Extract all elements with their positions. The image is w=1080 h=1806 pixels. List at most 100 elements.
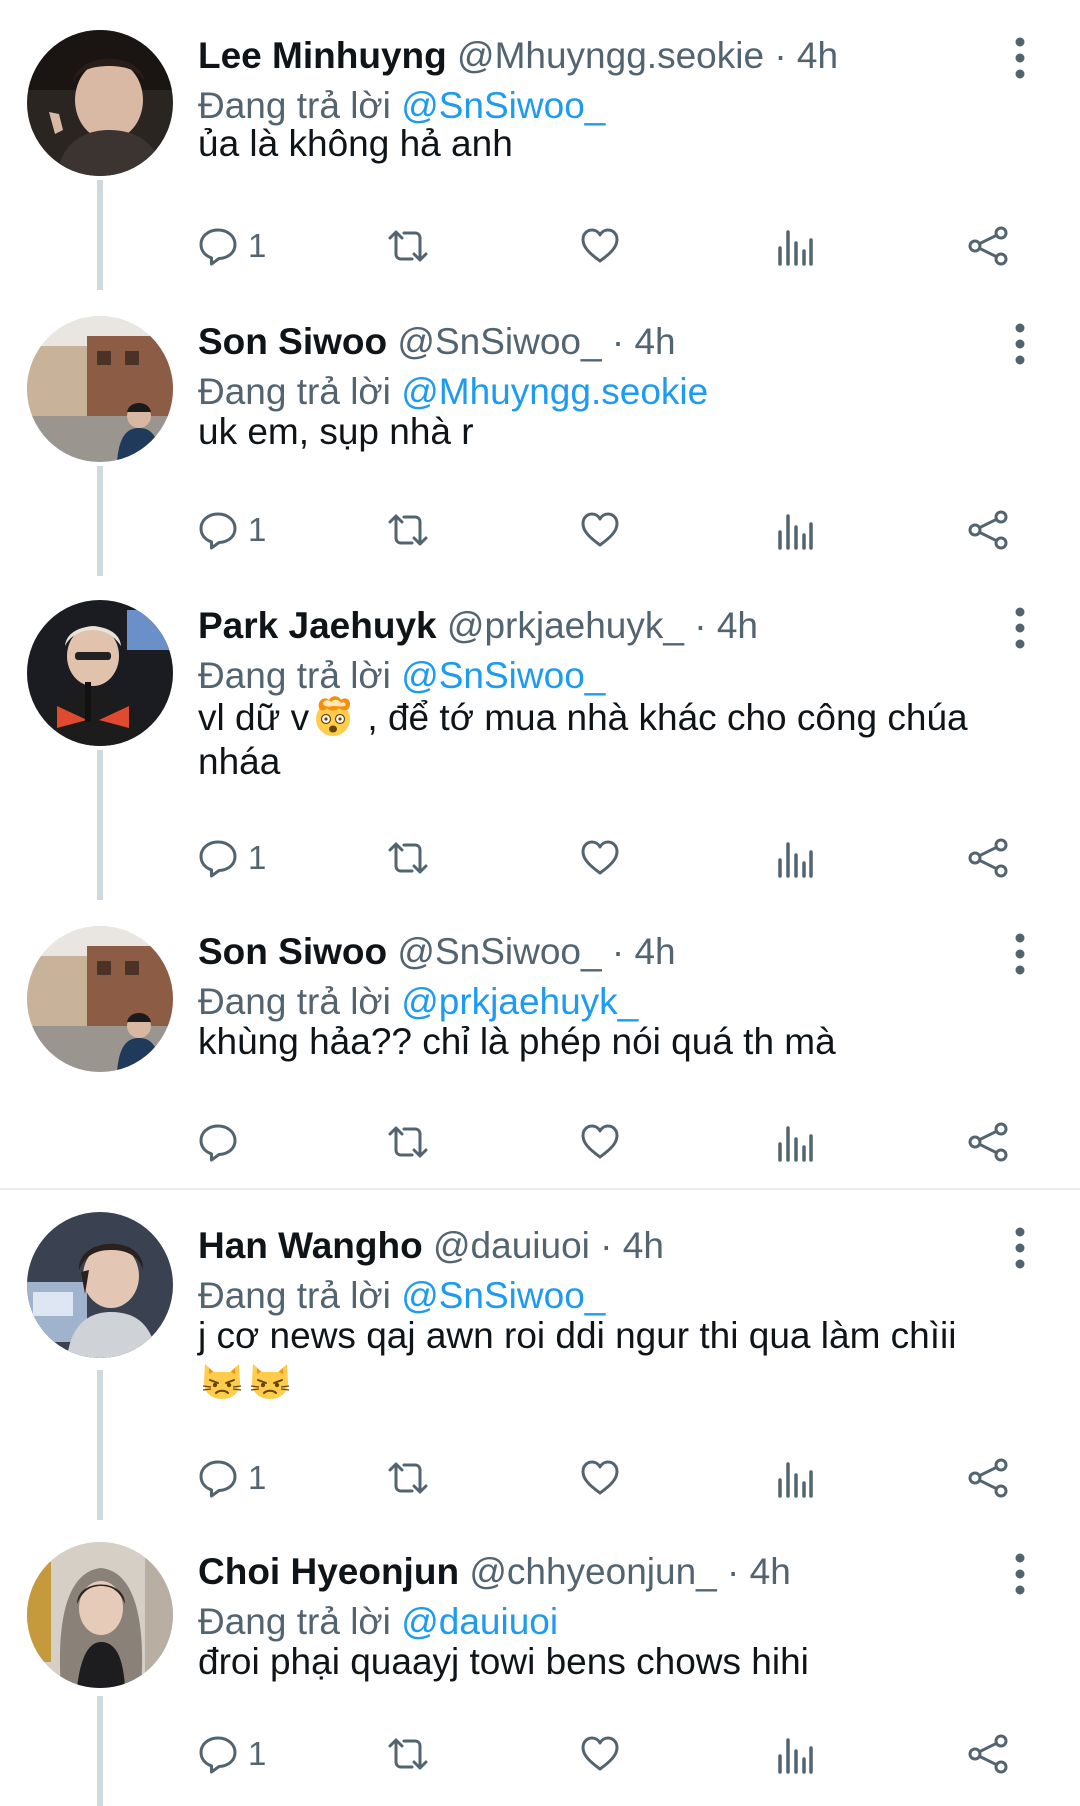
action-bar: 1 bbox=[198, 500, 1040, 560]
views-icon bbox=[774, 510, 814, 550]
user-handle[interactable]: @SnSiwoo_ bbox=[397, 931, 601, 972]
like-icon bbox=[580, 1734, 620, 1774]
views-button[interactable] bbox=[774, 216, 814, 276]
user-handle[interactable]: @Mhuyngg.seokie bbox=[457, 35, 764, 76]
views-icon bbox=[774, 1734, 814, 1774]
tweet-item[interactable]: Park Jaehuyk @prkjaehuyk_ · 4h Đang trả … bbox=[0, 570, 1080, 900]
more-options-button[interactable] bbox=[990, 1226, 1050, 1270]
thread-connector bbox=[97, 1370, 103, 1520]
retweet-icon bbox=[386, 1122, 430, 1162]
timestamp[interactable]: 4h bbox=[717, 605, 758, 646]
views-button[interactable] bbox=[774, 1112, 814, 1172]
display-name[interactable]: Lee Minhuyng bbox=[198, 35, 447, 76]
views-button[interactable] bbox=[774, 500, 814, 560]
like-button[interactable] bbox=[580, 1112, 620, 1172]
tweet-header: Choi Hyeonjun @chhyeonjun_ · 4h bbox=[198, 1546, 970, 1598]
reply-count: 1 bbox=[248, 1735, 267, 1772]
views-button[interactable] bbox=[774, 828, 814, 888]
display-name[interactable]: Park Jaehuyk bbox=[198, 605, 437, 646]
timestamp[interactable]: 4h bbox=[797, 35, 838, 76]
reply-button[interactable]: 1 bbox=[198, 500, 266, 560]
timestamp[interactable]: 4h bbox=[750, 1551, 791, 1592]
pouting-cat-emoji bbox=[200, 1358, 244, 1402]
retweet-button[interactable] bbox=[386, 1112, 430, 1172]
display-name[interactable]: Choi Hyeonjun bbox=[198, 1551, 459, 1592]
user-handle[interactable]: @chhyeonjun_ bbox=[469, 1551, 716, 1592]
more-icon bbox=[1010, 1552, 1030, 1596]
separator: · bbox=[600, 1225, 613, 1266]
avatar[interactable] bbox=[27, 926, 173, 1072]
tweet-item[interactable]: Son Siwoo @SnSiwoo_ · 4h Đang trả lời @p… bbox=[0, 896, 1080, 1188]
replying-to-mention[interactable]: @SnSiwoo_ bbox=[401, 1275, 605, 1316]
timestamp[interactable]: 4h bbox=[623, 1225, 664, 1266]
tweet-header: Lee Minhuyng @Mhuyngg.seokie · 4h bbox=[198, 30, 970, 82]
display-name[interactable]: Son Siwoo bbox=[198, 321, 387, 362]
like-icon bbox=[580, 1458, 620, 1498]
exploding-head-emoji bbox=[311, 694, 355, 738]
tweet-item[interactable]: Son Siwoo @SnSiwoo_ · 4h Đang trả lời @M… bbox=[0, 286, 1080, 576]
tweet-text: j cơ news qaj awn roi ddi ngur thi qua l… bbox=[198, 1314, 1020, 1404]
reply-button[interactable]: 1 bbox=[198, 216, 266, 276]
share-button[interactable] bbox=[966, 1724, 1010, 1784]
replying-to-mention[interactable]: @Mhuyngg.seokie bbox=[401, 371, 708, 412]
more-options-button[interactable] bbox=[990, 606, 1050, 650]
like-icon bbox=[580, 838, 620, 878]
display-name[interactable]: Han Wangho bbox=[198, 1225, 423, 1266]
retweet-icon bbox=[386, 510, 430, 550]
timestamp[interactable]: 4h bbox=[634, 321, 675, 362]
reply-icon bbox=[198, 510, 238, 550]
avatar[interactable] bbox=[27, 1212, 173, 1358]
views-button[interactable] bbox=[774, 1724, 814, 1784]
more-options-button[interactable] bbox=[990, 1552, 1050, 1596]
timestamp[interactable]: 4h bbox=[634, 931, 675, 972]
tweet-item[interactable]: Lee Minhuyng @Mhuyngg.seokie · 4h Đang t… bbox=[0, 0, 1080, 290]
replying-to-label: Đang trả lời bbox=[198, 85, 391, 126]
reply-button[interactable]: 1 bbox=[198, 828, 266, 888]
replying-to-mention[interactable]: @prkjaehuyk_ bbox=[401, 981, 638, 1022]
replying-to-mention[interactable]: @SnSiwoo_ bbox=[401, 85, 605, 126]
like-icon bbox=[580, 226, 620, 266]
share-button[interactable] bbox=[966, 1448, 1010, 1508]
like-button[interactable] bbox=[580, 828, 620, 888]
tweet-item[interactable]: Choi Hyeonjun @chhyeonjun_ · 4h Đang trả… bbox=[0, 1516, 1080, 1806]
reply-button[interactable] bbox=[198, 1112, 238, 1172]
retweet-button[interactable] bbox=[386, 216, 430, 276]
like-button[interactable] bbox=[580, 1448, 620, 1508]
avatar[interactable] bbox=[27, 1542, 173, 1688]
like-button[interactable] bbox=[580, 1724, 620, 1784]
retweet-icon bbox=[386, 838, 430, 878]
user-handle[interactable]: @dauiuoi bbox=[433, 1225, 590, 1266]
reply-button[interactable]: 1 bbox=[198, 1724, 266, 1784]
more-options-button[interactable] bbox=[990, 932, 1050, 976]
share-button[interactable] bbox=[966, 1112, 1010, 1172]
avatar[interactable] bbox=[27, 600, 173, 746]
more-options-button[interactable] bbox=[990, 322, 1050, 366]
pouting-cat-emoji bbox=[248, 1358, 292, 1402]
views-button[interactable] bbox=[774, 1448, 814, 1508]
share-button[interactable] bbox=[966, 828, 1010, 888]
reply-count: 1 bbox=[248, 1459, 267, 1496]
replying-to-mention[interactable]: @SnSiwoo_ bbox=[401, 655, 605, 696]
more-options-button[interactable] bbox=[990, 36, 1050, 80]
like-button[interactable] bbox=[580, 500, 620, 560]
avatar[interactable] bbox=[27, 30, 173, 176]
retweet-button[interactable] bbox=[386, 1448, 430, 1508]
tweet-item[interactable]: Han Wangho @dauiuoi · 4h Đang trả lời @S… bbox=[0, 1190, 1080, 1520]
replying-to-mention[interactable]: @dauiuoi bbox=[401, 1601, 558, 1642]
display-name[interactable]: Son Siwoo bbox=[198, 931, 387, 972]
retweet-button[interactable] bbox=[386, 1724, 430, 1784]
reply-button[interactable]: 1 bbox=[198, 1448, 266, 1508]
retweet-button[interactable] bbox=[386, 500, 430, 560]
share-button[interactable] bbox=[966, 500, 1010, 560]
like-button[interactable] bbox=[580, 216, 620, 276]
user-handle[interactable]: @SnSiwoo_ bbox=[397, 321, 601, 362]
retweet-button[interactable] bbox=[386, 828, 430, 888]
replying-to-label: Đang trả lời bbox=[198, 981, 391, 1022]
avatar[interactable] bbox=[27, 316, 173, 462]
like-icon bbox=[580, 510, 620, 550]
user-handle[interactable]: @prkjaehuyk_ bbox=[447, 605, 684, 646]
retweet-icon bbox=[386, 1734, 430, 1774]
share-button[interactable] bbox=[966, 216, 1010, 276]
tweet-text-part: vl dữ v bbox=[198, 697, 310, 738]
tweet-text-part: j cơ news qaj awn roi ddi ngur thi qua l… bbox=[198, 1315, 957, 1356]
